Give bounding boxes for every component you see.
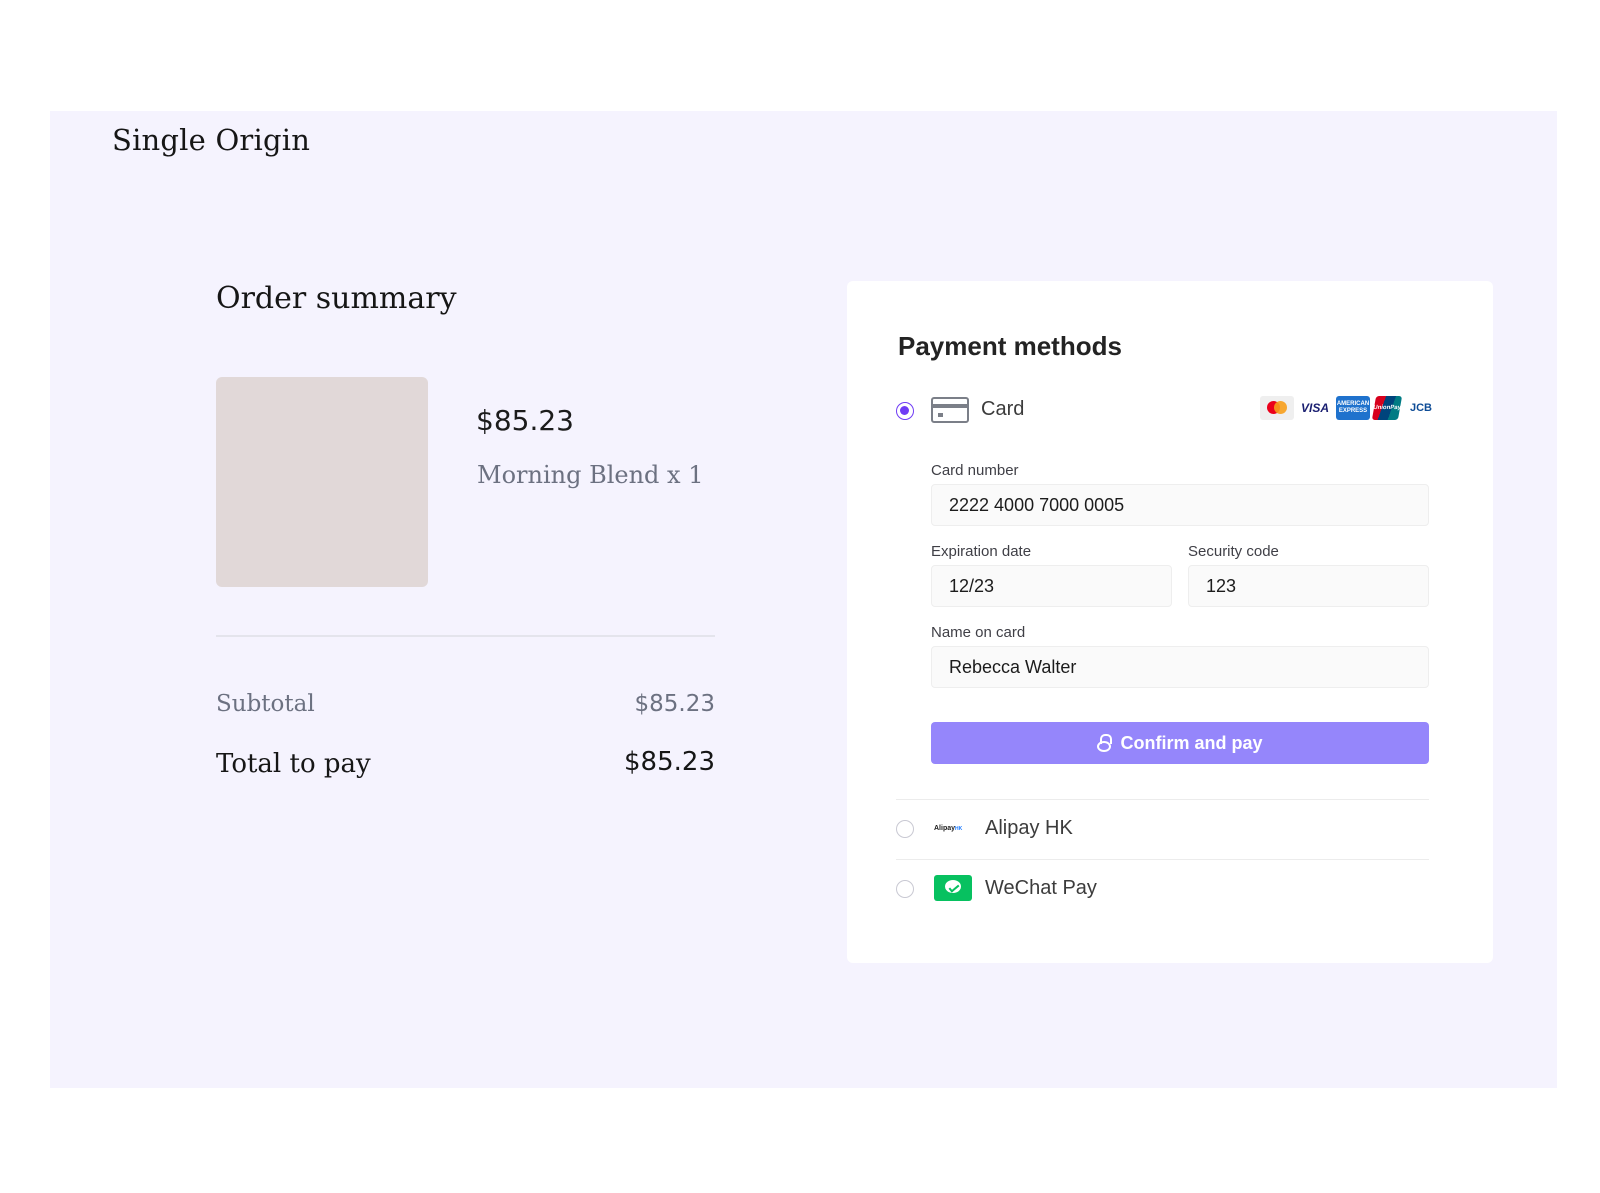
alipay-radio[interactable] [896, 820, 914, 838]
wechat-radio[interactable] [896, 880, 914, 898]
alipay-logo-suffix: HK [955, 826, 963, 832]
product-price: $85.23 [476, 404, 574, 437]
payment-panel: Payment methods Card VISA AMERICAN EXPRE… [847, 281, 1493, 963]
alipay-logo-icon: AlipayHK [934, 823, 970, 835]
card-number-label: Card number [931, 462, 1019, 479]
store-logo[interactable]: Single Origin [112, 123, 310, 157]
checkout-page: Single Origin Order summary $85.23 Morni… [50, 111, 1557, 1088]
payment-methods-title: Payment methods [898, 331, 1122, 361]
card-method-label[interactable]: Card [981, 398, 1024, 421]
subtotal-label: Subtotal [216, 691, 315, 717]
confirm-and-pay-button[interactable]: Confirm and pay [931, 722, 1429, 764]
summary-divider [216, 635, 715, 637]
credit-card-icon [931, 397, 969, 423]
alipay-method-label[interactable]: Alipay HK [985, 817, 1073, 840]
visa-icon: VISA [1298, 396, 1332, 420]
wechat-pay-icon [934, 875, 972, 901]
unionpay-icon: UnionPay [1371, 396, 1403, 420]
product-name: Morning Blend x 1 [477, 461, 704, 489]
confirm-button-label: Confirm and pay [1120, 732, 1263, 753]
security-code-label: Security code [1188, 543, 1279, 560]
name-on-card-label: Name on card [931, 624, 1026, 641]
total-label: Total to pay [216, 749, 371, 779]
product-image [216, 377, 428, 587]
card-number-field[interactable]: 2222 4000 7000 0005 [931, 484, 1429, 526]
name-on-card-field[interactable]: Rebecca Walter [931, 646, 1429, 688]
method-divider [896, 859, 1429, 860]
expiration-date-field[interactable]: 12/23 [931, 565, 1172, 607]
subtotal-value: $85.23 [634, 691, 715, 717]
amex-icon: AMERICAN EXPRESS [1336, 396, 1370, 420]
security-code-field[interactable]: 123 [1188, 565, 1429, 607]
card-brands: VISA AMERICAN EXPRESS UnionPay JCB [1260, 396, 1438, 420]
expiration-date-label: Expiration date [931, 543, 1032, 560]
alipay-logo-text: Alipay [934, 825, 956, 832]
jcb-icon: JCB [1404, 396, 1438, 420]
mastercard-icon [1260, 396, 1294, 420]
order-summary-title: Order summary [216, 281, 457, 316]
lock-icon [1097, 734, 1113, 752]
wechat-method-label[interactable]: WeChat Pay [985, 877, 1097, 900]
method-divider [896, 799, 1429, 800]
total-value: $85.23 [624, 747, 715, 777]
card-radio[interactable] [896, 402, 914, 420]
